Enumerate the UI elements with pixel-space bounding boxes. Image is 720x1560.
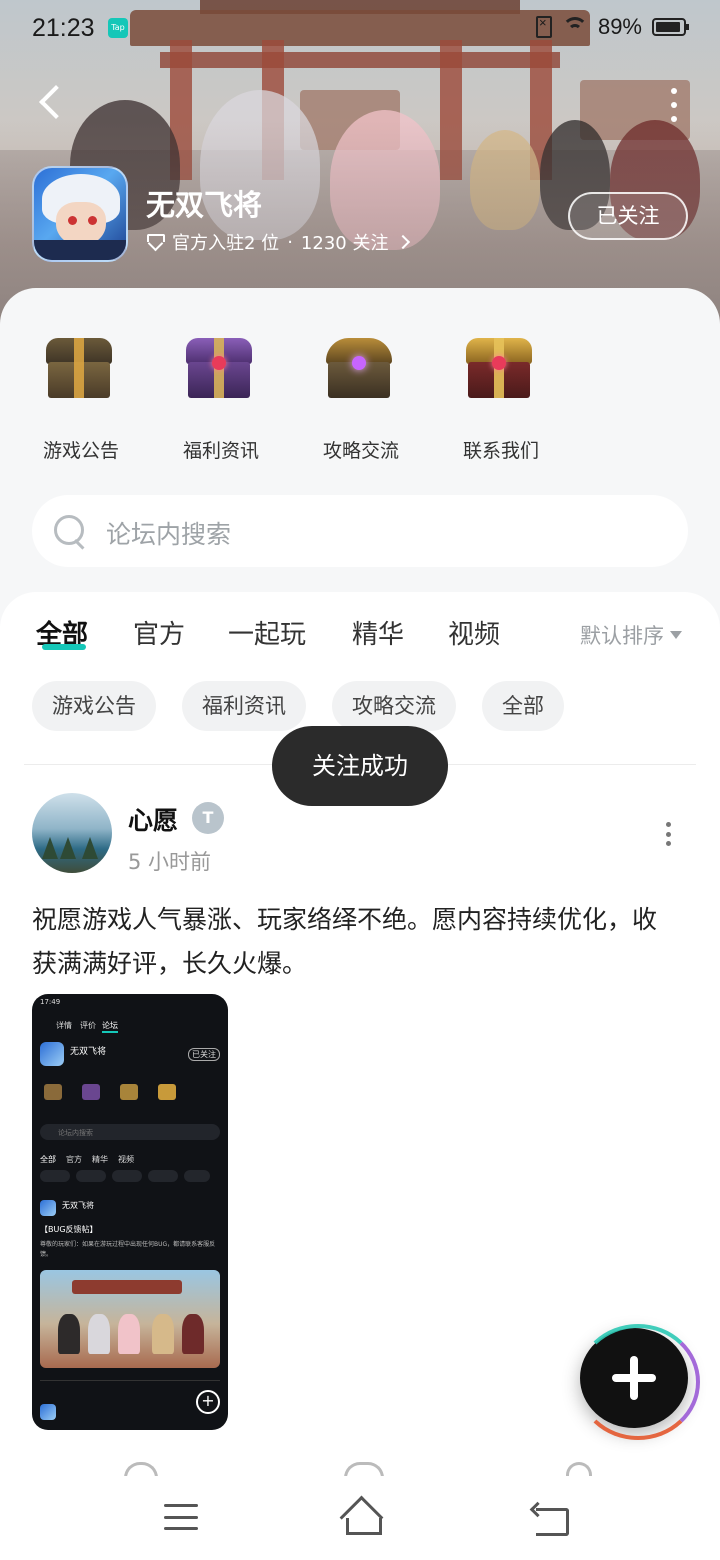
no-sim-icon: [535, 15, 552, 38]
thumb-chest-icon: [120, 1084, 138, 1100]
status-right: 89%: [535, 14, 689, 40]
thumb-feed-tab: 精华: [92, 1155, 108, 1164]
thumb-chest-icon: [82, 1084, 100, 1100]
tab-video[interactable]: 视频: [448, 614, 500, 651]
post-body[interactable]: 祝愿游戏人气暴涨、玩家络绎不绝。愿内容持续优化，收获满满好评，长久火爆。: [32, 898, 672, 986]
shortcut-welfare-news[interactable]: 福利资讯: [166, 330, 276, 470]
thumb-post-text: 尊敬的玩家们：如果在游玩过程中出现任何BUG，都请联系客服反馈。: [40, 1241, 216, 1258]
post-time: 5 小时前: [128, 850, 212, 874]
home-icon[interactable]: [338, 1500, 384, 1535]
thumb-title: 无双飞将: [70, 1047, 107, 1057]
search-placeholder: 论坛内搜索: [106, 520, 232, 549]
toast-follow-success: 关注成功: [272, 726, 448, 806]
golden-chest-icon: [46, 338, 112, 400]
caret-down-icon: [670, 631, 682, 639]
thumb-follow: 已关注: [188, 1048, 220, 1061]
level-badge-icon: T: [192, 802, 224, 834]
thumb-chest-icon: [158, 1084, 176, 1100]
shortcut-contact-us[interactable]: 联系我们: [446, 330, 556, 470]
thumb-tab: 详情: [56, 1021, 72, 1030]
back-button[interactable]: [30, 82, 74, 126]
shortcut-label: 福利资讯: [182, 440, 259, 462]
tab-featured[interactable]: 精华: [352, 614, 404, 651]
diamond-icon: [146, 234, 165, 250]
thumb-feed-tab: 视频: [118, 1155, 134, 1164]
gold-chest-icon: [466, 338, 532, 400]
thumb-plus-icon: +: [196, 1390, 220, 1414]
post-author[interactable]: 心愿: [128, 801, 178, 837]
post-more-button[interactable]: [664, 822, 672, 846]
chip-welfare-news[interactable]: 福利资讯: [182, 681, 306, 731]
status-bar: 21:23 Tap 89%: [0, 0, 720, 56]
more-options-button[interactable]: [664, 88, 684, 122]
thumb-feed-tab: 官方: [66, 1155, 82, 1164]
chip-all[interactable]: 全部: [482, 681, 564, 731]
thumb-gate: [72, 1280, 182, 1294]
thumb-post-title: 【BUG反馈帖】: [40, 1225, 98, 1234]
meta-separator: ·: [287, 231, 293, 253]
shortcut-label: 攻略交流: [322, 440, 399, 462]
thumb-tab: 评价: [80, 1021, 96, 1030]
menu-icon[interactable]: [164, 1504, 198, 1530]
back-icon[interactable]: [530, 1504, 569, 1536]
purple-chest-icon: [186, 338, 252, 400]
active-tab-indicator: [42, 644, 86, 650]
shortcut-label: 游戏公告: [42, 440, 119, 462]
chip-strategy-exchange[interactable]: 攻略交流: [332, 681, 456, 731]
follower-count: 1230 关注: [300, 233, 389, 254]
post-image[interactable]: 17:49 详情 评价 论坛 无双飞将 已关注 论坛内搜索 全部 官方 精华 视…: [32, 994, 228, 1430]
shortcut-strategy-exchange[interactable]: 攻略交流: [306, 330, 416, 470]
system-nav-bar: [0, 1476, 720, 1560]
battery-percent: 89%: [597, 14, 642, 39]
shortcut-row: 游戏公告 福利资讯 攻略交流 联系我们: [0, 330, 720, 470]
sort-dropdown[interactable]: 默认排序: [580, 620, 682, 650]
official-count: 官方入驻2 位: [172, 233, 280, 254]
tab-play-together[interactable]: 一起玩: [228, 614, 306, 651]
create-post-button[interactable]: [576, 1324, 700, 1440]
game-meta[interactable]: 官方入驻2 位 · 1230 关注: [146, 229, 411, 255]
thumb-search-text: 论坛内搜索: [58, 1129, 93, 1137]
sort-label: 默认排序: [580, 624, 664, 648]
thumb-feed-tab: 全部: [40, 1155, 56, 1164]
tap-app-icon: Tap: [108, 18, 128, 38]
thumb-status-time: 17:49: [40, 998, 61, 1006]
thumb-post-author: 无双飞将: [62, 1201, 94, 1210]
tab-official[interactable]: 官方: [133, 614, 185, 651]
chip-game-announcement[interactable]: 游戏公告: [32, 681, 156, 731]
shortcut-game-announcement[interactable]: 游戏公告: [26, 330, 136, 470]
shortcut-label: 联系我们: [462, 440, 539, 462]
status-time: 21:23: [32, 14, 95, 42]
chevron-right-icon: [396, 234, 411, 250]
game-app-icon[interactable]: [32, 166, 128, 262]
follow-button[interactable]: 已关注: [568, 192, 688, 240]
search-icon: [54, 515, 88, 549]
thumb-tab: 论坛: [102, 1020, 118, 1033]
ornate-chest-icon: [326, 338, 392, 400]
thumb-game-icon: [40, 1042, 64, 1066]
thumb-chest-icon: [44, 1084, 62, 1100]
wifi-icon: [561, 17, 588, 37]
game-title: 无双飞将: [146, 188, 263, 222]
forum-search-input[interactable]: 论坛内搜索: [32, 495, 688, 567]
battery-icon: [652, 18, 689, 36]
avatar[interactable]: [32, 793, 112, 873]
